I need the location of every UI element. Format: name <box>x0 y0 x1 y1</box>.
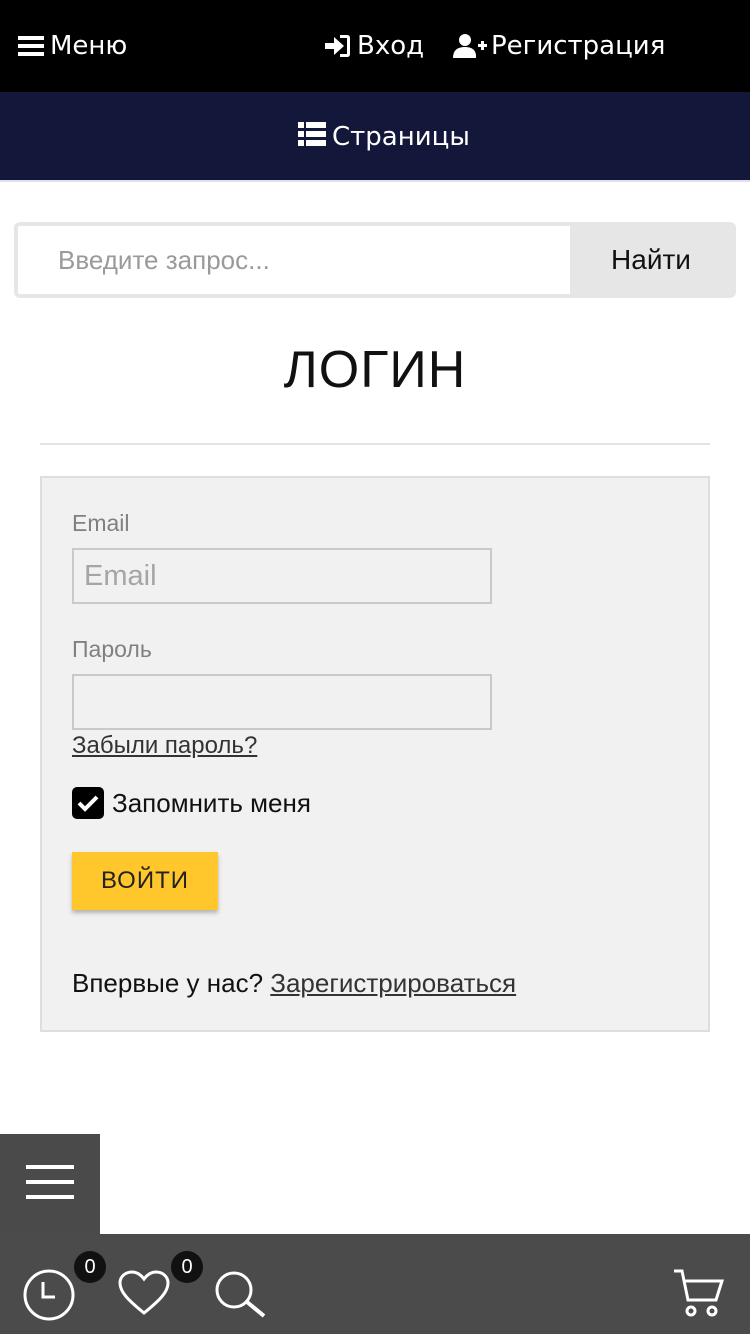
new-user-text: Впервые у нас? <box>72 968 264 998</box>
menu-button[interactable]: Меню <box>18 28 127 64</box>
page-title: ЛОГИН <box>283 341 467 399</box>
history-count-badge: 0 <box>74 1251 106 1283</box>
wishlist-button[interactable] <box>118 1270 170 1321</box>
remember-me[interactable]: Запомнить меня <box>72 786 311 820</box>
password-label: Пароль <box>72 636 152 662</box>
cart-icon <box>674 1269 725 1317</box>
email-field[interactable] <box>72 548 492 604</box>
cart-button[interactable] <box>672 1268 725 1323</box>
hamburger-icon <box>26 1164 74 1204</box>
register-prompt: Впервые у нас? Зарегистрироваться <box>72 968 516 999</box>
register-link-bottom[interactable]: Зарегистрироваться <box>270 968 516 998</box>
password-field[interactable] <box>72 674 492 730</box>
list-icon <box>298 121 326 153</box>
search-icon <box>215 1271 266 1318</box>
remember-checkbox[interactable] <box>72 787 104 819</box>
search-input[interactable] <box>18 226 570 294</box>
remember-label: Запомнить меня <box>112 787 311 818</box>
email-label: Email <box>72 510 130 536</box>
search-form: Найти <box>14 222 736 298</box>
register-label: Регистрация <box>491 31 666 61</box>
login-submit-button[interactable]: ВОЙТИ <box>72 852 218 910</box>
login-link[interactable]: Вход <box>325 28 424 64</box>
forgot-password-link[interactable]: Забыли пароль? <box>72 732 257 760</box>
search-button[interactable]: Найти <box>570 226 732 294</box>
top-navigation-bar: Меню Вход Регистрация <box>0 0 750 92</box>
pages-menu-button[interactable]: Страницы <box>298 120 470 154</box>
bottom-toolbar: 0 0 <box>0 1234 750 1334</box>
history-button[interactable] <box>22 1268 76 1327</box>
title-divider <box>40 443 710 445</box>
heart-icon <box>118 1270 170 1315</box>
login-label: Вход <box>357 31 425 61</box>
search-toggle-button[interactable] <box>214 1270 268 1323</box>
sign-in-icon <box>325 34 351 58</box>
menu-label: Меню <box>50 31 128 61</box>
pages-bar: Страницы <box>0 92 750 182</box>
hamburger-icon <box>18 35 44 57</box>
floating-menu-button[interactable] <box>0 1134 100 1234</box>
clock-icon <box>23 1269 75 1321</box>
register-link[interactable]: Регистрация <box>453 28 665 64</box>
login-form: Email Пароль Забыли пароль? Запомнить ме… <box>40 476 710 1032</box>
checkmark-icon <box>77 795 99 812</box>
pages-label: Страницы <box>332 122 470 152</box>
user-plus-icon <box>453 33 487 59</box>
wishlist-count-badge: 0 <box>171 1251 203 1283</box>
